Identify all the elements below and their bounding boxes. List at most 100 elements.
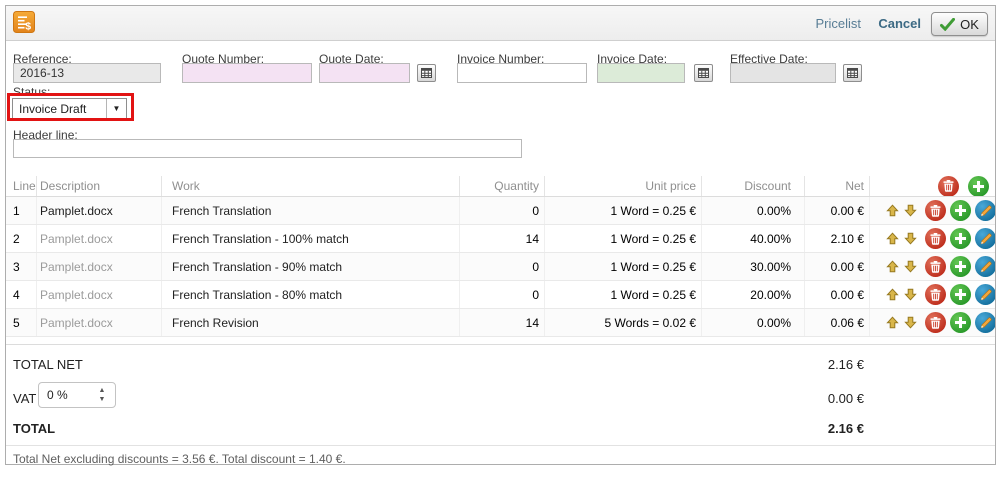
line-number: 4 [6,288,36,302]
col-header-net: Net [804,176,869,196]
edit-line-icon[interactable] [975,284,995,305]
quantity-cell: 14 [459,225,544,252]
move-up-icon[interactable] [886,316,900,330]
effective-date-input[interactable] [730,63,836,83]
invoice-lines-table: Line Description Work Quantity Unit pric… [6,176,995,337]
edit-line-icon[interactable] [975,228,995,249]
total-value: 2.16 € [828,421,864,436]
net-cell: 2.10 € [804,225,869,252]
quantity-cell: 0 [459,253,544,280]
move-down-icon[interactable] [904,288,918,302]
invoice-document-icon: $ [13,11,35,33]
col-header-line: Line [6,179,36,193]
discount-cell: 0.00% [701,309,804,336]
move-down-icon[interactable] [904,232,918,246]
add-line-icon[interactable] [950,200,971,221]
col-header-unit-price: Unit price [544,176,701,196]
discount-cell: 40.00% [701,225,804,252]
discount-cell: 0.00% [701,197,804,224]
add-line-icon[interactable] [950,256,971,277]
vat-rate-stepper[interactable]: 0 % ▲ ▼ [38,382,116,408]
line-number: 1 [6,204,36,218]
move-down-icon[interactable] [904,316,918,330]
quote-number-input[interactable] [182,63,312,83]
header-line-input[interactable] [13,139,522,158]
pricelist-link[interactable]: Pricelist [815,16,861,31]
total-net-value: 2.16 € [828,357,864,372]
reference-input[interactable] [13,63,161,83]
delete-line-icon[interactable] [925,228,946,249]
status-dropdown[interactable]: Invoice Draft ▼ [12,98,127,119]
move-down-icon[interactable] [904,204,918,218]
vat-label: VAT [13,391,36,406]
edit-line-icon[interactable] [975,200,995,221]
row-actions [869,253,995,280]
move-up-icon[interactable] [886,232,900,246]
line-number: 5 [6,316,36,330]
col-header-discount: Discount [701,176,804,196]
delete-line-icon[interactable] [925,312,946,333]
dropdown-arrow-icon: ▼ [106,99,126,118]
delete-line-icon[interactable] [925,256,946,277]
cancel-link[interactable]: Cancel [878,16,921,31]
move-up-icon[interactable] [886,260,900,274]
status-dropdown-value: Invoice Draft [13,102,106,116]
spinner-up-icon[interactable]: ▲ [99,388,106,394]
work-cell: French Translation - 100% match [161,225,459,252]
table-rows: 1Pamplet.docxFrench Translation01 Word =… [6,197,995,337]
vat-amount-value: 0.00 € [828,391,864,406]
table-row: 3Pamplet.docxFrench Translation - 90% ma… [6,253,995,281]
delete-line-icon[interactable] [925,200,946,221]
discount-summary-note: Total Net excluding discounts = 3.56 €. … [13,452,346,466]
toolbar: $ Pricelist Cancel OK [6,6,995,41]
quote-date-input[interactable] [319,63,410,83]
net-cell: 0.06 € [804,309,869,336]
unit-price-cell: 1 Word = 0.25 € [544,253,701,280]
move-up-icon[interactable] [886,288,900,302]
description-cell: Pamplet.docx [36,225,161,252]
invoice-edit-dialog: $ Pricelist Cancel OK Reference: Quote N… [5,5,996,465]
description-cell: Pamplet.docx [36,281,161,308]
unit-price-cell: 1 Word = 0.25 € [544,281,701,308]
col-header-description: Description [36,176,161,196]
ok-button[interactable]: OK [931,12,988,36]
add-line-icon[interactable] [950,228,971,249]
edit-line-icon[interactable] [975,256,995,277]
net-cell: 0.00 € [804,197,869,224]
discount-cell: 20.00% [701,281,804,308]
row-actions [869,225,995,252]
delete-line-icon[interactable] [925,284,946,305]
work-cell: French Revision [161,309,459,336]
add-line-icon[interactable] [950,284,971,305]
invoice-number-input[interactable] [457,63,587,83]
move-down-icon[interactable] [904,260,918,274]
quantity-cell: 0 [459,281,544,308]
quote-date-calendar-icon[interactable] [417,64,436,82]
unit-price-cell: 5 Words = 0.02 € [544,309,701,336]
table-header-actions [869,176,995,196]
table-row: 1Pamplet.docxFrench Translation01 Word =… [6,197,995,225]
spinner-down-icon[interactable]: ▼ [99,397,106,403]
total-net-label: TOTAL NET [13,357,83,372]
delete-all-lines-icon[interactable] [938,176,959,196]
effective-date-calendar-icon[interactable] [843,64,862,82]
description-cell: Pamplet.docx [36,253,161,280]
col-header-work: Work [161,176,459,196]
unit-price-cell: 1 Word = 0.25 € [544,225,701,252]
row-actions [869,197,995,224]
checkmark-icon [940,18,955,31]
edit-line-icon[interactable] [975,312,995,333]
description-cell: Pamplet.docx [36,309,161,336]
invoice-date-input[interactable] [597,63,685,83]
add-line-icon[interactable] [950,312,971,333]
vat-rate-value: 0 % [39,388,93,402]
invoice-date-calendar-icon[interactable] [694,64,713,82]
totals-section: TOTAL NET 2.16 € VAT 0 % ▲ ▼ 0.00 € TOTA… [6,344,995,465]
quantity-cell: 14 [459,309,544,336]
unit-price-cell: 1 Word = 0.25 € [544,197,701,224]
total-label: TOTAL [13,421,55,436]
move-up-icon[interactable] [886,204,900,218]
row-actions [869,281,995,308]
table-header-row: Line Description Work Quantity Unit pric… [6,176,995,197]
add-line-icon[interactable] [968,176,989,196]
